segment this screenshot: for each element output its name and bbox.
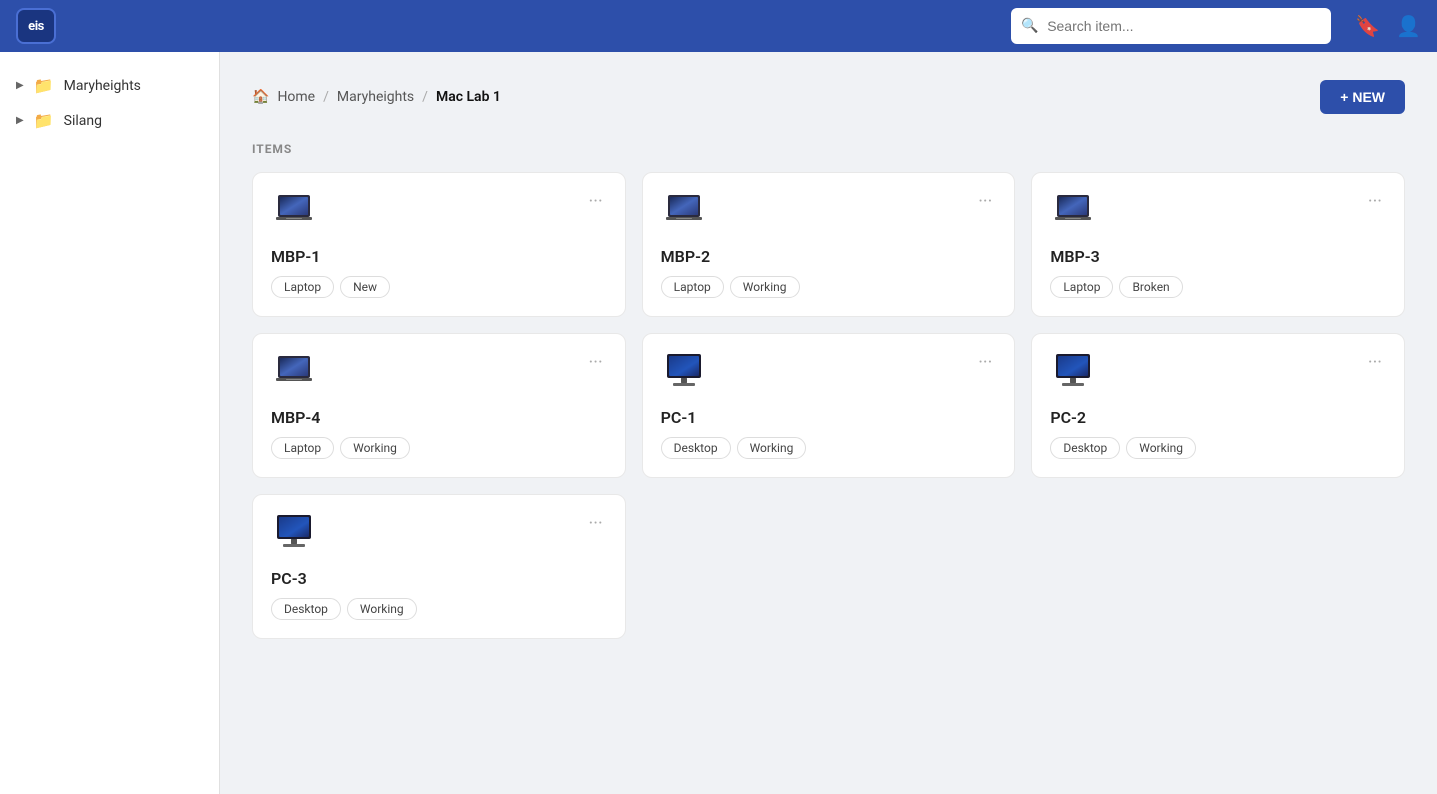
card-menu-mbp-4[interactable]: ···: [585, 352, 607, 374]
tag: Desktop: [1050, 437, 1120, 459]
card-header: ···: [1050, 191, 1386, 233]
item-tags-pc-1: Desktop Working: [661, 437, 997, 459]
folder-icon-2: 📁: [34, 111, 54, 130]
breadcrumb: 🏠 Home / Maryheights / Mac Lab 1: [252, 89, 501, 105]
item-name-mbp-2: MBP-2: [661, 247, 997, 266]
search-input[interactable]: [1011, 8, 1331, 44]
folder-icon: 📁: [34, 76, 54, 95]
card-menu-pc-2[interactable]: ···: [1364, 352, 1386, 374]
item-tags-mbp-4: Laptop Working: [271, 437, 607, 459]
item-name-mbp-1: MBP-1: [271, 247, 607, 266]
item-tags-pc-3: Desktop Working: [271, 598, 607, 620]
tag: Laptop: [661, 276, 724, 298]
item-card-pc-2[interactable]: ··· PC-2 Desktop Working: [1031, 333, 1405, 478]
item-tags-mbp-1: Laptop New: [271, 276, 607, 298]
item-tags-mbp-3: Laptop Broken: [1050, 276, 1386, 298]
item-card-mbp-3[interactable]: ··· MBP-3 Laptop Broken: [1031, 172, 1405, 317]
item-name-pc-3: PC-3: [271, 569, 607, 588]
breadcrumb-sep-2: /: [422, 89, 428, 105]
user-icon[interactable]: 👤: [1396, 14, 1421, 38]
card-header: ···: [661, 191, 997, 233]
sidebar-item-silang[interactable]: ▶ 📁 Silang: [0, 103, 219, 138]
breadcrumb-sep-1: /: [323, 89, 329, 105]
item-name-mbp-3: MBP-3: [1050, 247, 1386, 266]
item-name-mbp-4: MBP-4: [271, 408, 607, 427]
item-icon-mbp-4: [271, 352, 317, 394]
card-header: ···: [661, 352, 997, 394]
item-name-pc-2: PC-2: [1050, 408, 1386, 427]
item-icon-mbp-1: [271, 191, 317, 233]
tag: Working: [340, 437, 410, 459]
card-header: ···: [1050, 352, 1386, 394]
item-card-mbp-2[interactable]: ··· MBP-2 Laptop Working: [642, 172, 1016, 317]
card-menu-pc-3[interactable]: ···: [585, 513, 607, 535]
card-menu-mbp-2[interactable]: ···: [974, 191, 996, 213]
breadcrumb-current: Mac Lab 1: [436, 89, 501, 105]
breadcrumb-maryheights[interactable]: Maryheights: [337, 89, 414, 105]
main-content: 🏠 Home / Maryheights / Mac Lab 1 + NEW I…: [220, 52, 1437, 794]
tag: Laptop: [271, 437, 334, 459]
chevron-right-icon-2: ▶: [16, 115, 24, 126]
tag: New: [340, 276, 390, 298]
tag: Working: [1126, 437, 1196, 459]
item-card-pc-1[interactable]: ··· PC-1 Desktop Working: [642, 333, 1016, 478]
card-menu-mbp-3[interactable]: ···: [1364, 191, 1386, 213]
item-icon-mbp-2: [661, 191, 707, 233]
search-wrapper: 🔍: [1011, 8, 1331, 44]
card-menu-mbp-1[interactable]: ···: [585, 191, 607, 213]
app-header: eis 🔍 🔖 👤: [0, 0, 1437, 52]
card-header: ···: [271, 352, 607, 394]
item-tags-pc-2: Desktop Working: [1050, 437, 1386, 459]
item-card-pc-3[interactable]: ··· PC-3 Desktop Working: [252, 494, 626, 639]
item-card-mbp-1[interactable]: ··· MBP-1 Laptop New: [252, 172, 626, 317]
items-grid: ··· MBP-1 Laptop New ··· MBP-2 Laptop Work…: [252, 172, 1405, 639]
item-icon-pc-3: [271, 513, 317, 555]
card-header: ···: [271, 191, 607, 233]
chevron-right-icon: ▶: [16, 80, 24, 91]
sidebar-label-maryheights: Maryheights: [64, 78, 141, 94]
header-icons: 🔖 👤: [1355, 14, 1421, 38]
sidebar: ▶ 📁 Maryheights ▶ 📁 Silang: [0, 52, 220, 794]
item-tags-mbp-2: Laptop Working: [661, 276, 997, 298]
tag: Desktop: [661, 437, 731, 459]
item-card-mbp-4[interactable]: ··· MBP-4 Laptop Working: [252, 333, 626, 478]
item-name-pc-1: PC-1: [661, 408, 997, 427]
sidebar-label-silang: Silang: [64, 113, 102, 129]
tag: Laptop: [1050, 276, 1113, 298]
item-icon-pc-2: [1050, 352, 1096, 394]
item-icon-mbp-3: [1050, 191, 1096, 233]
app-layout: ▶ 📁 Maryheights ▶ 📁 Silang 🏠 Home / Mary…: [0, 0, 1437, 794]
breadcrumb-row: 🏠 Home / Maryheights / Mac Lab 1 + NEW: [252, 80, 1405, 114]
app-logo: eis: [16, 8, 56, 44]
tag: Laptop: [271, 276, 334, 298]
tag: Working: [737, 437, 807, 459]
card-menu-pc-1[interactable]: ···: [974, 352, 996, 374]
breadcrumb-home[interactable]: Home: [277, 89, 315, 105]
tag: Working: [730, 276, 800, 298]
sidebar-item-maryheights[interactable]: ▶ 📁 Maryheights: [0, 68, 219, 103]
card-header: ···: [271, 513, 607, 555]
tag: Desktop: [271, 598, 341, 620]
tag: Broken: [1119, 276, 1182, 298]
item-icon-pc-1: [661, 352, 707, 394]
section-label: ITEMS: [252, 142, 1405, 156]
bookmark-icon[interactable]: 🔖: [1355, 14, 1380, 38]
tag: Working: [347, 598, 417, 620]
home-icon: 🏠: [252, 89, 269, 105]
new-button[interactable]: + NEW: [1320, 80, 1405, 114]
